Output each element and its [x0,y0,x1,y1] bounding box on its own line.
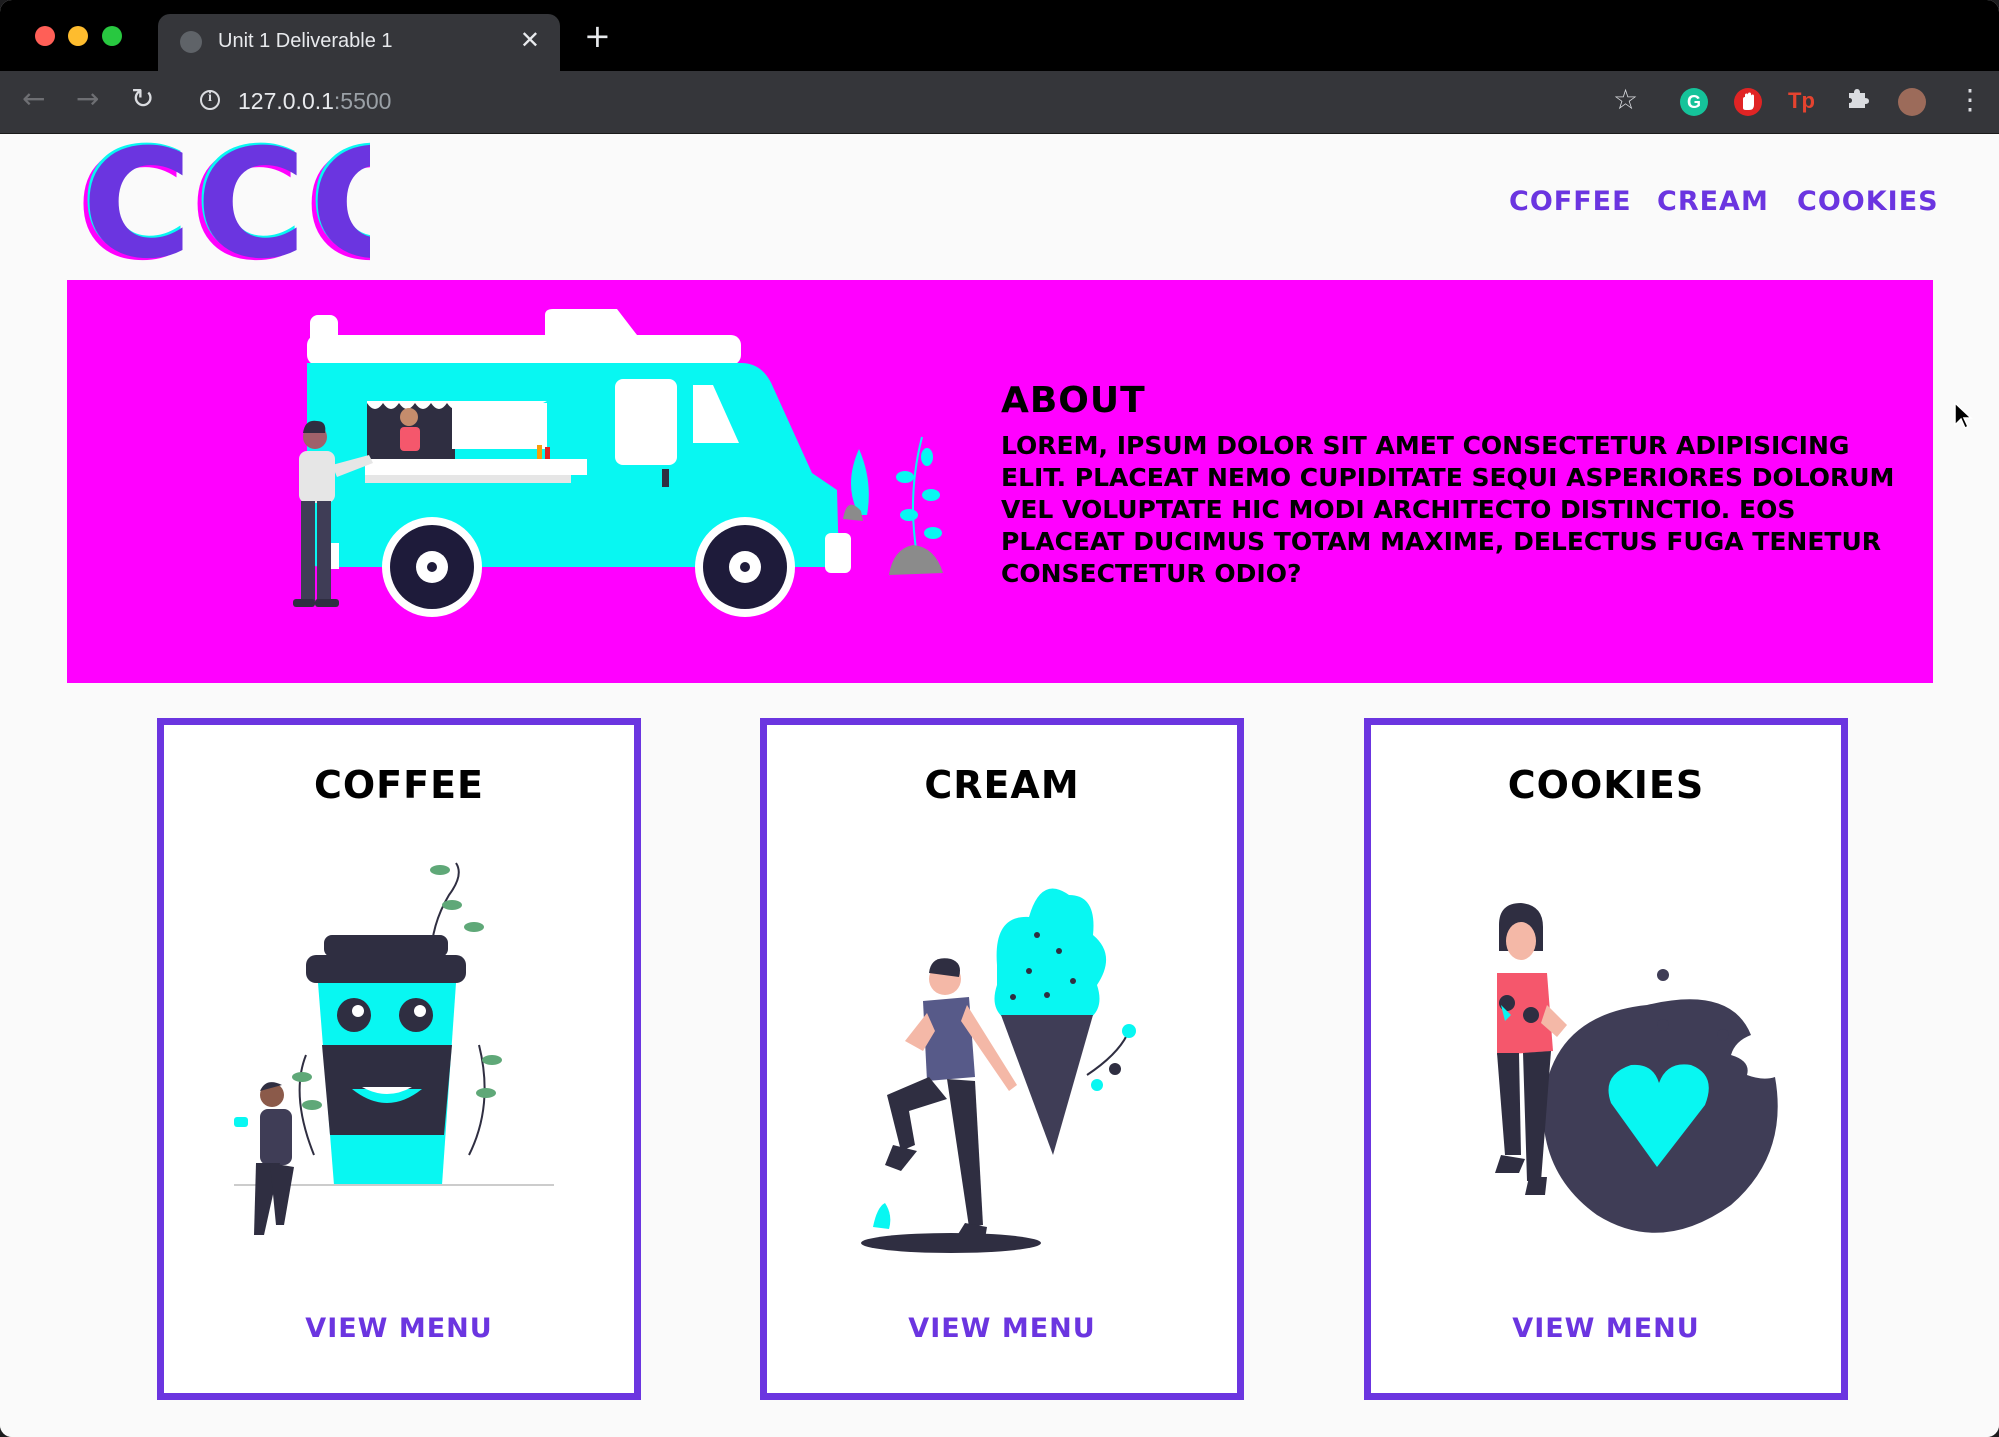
browser-toolbar: ← → ↻ 127.0.0.1:5500 ☆ G Tp ⋮ [0,71,1999,134]
profile-avatar[interactable] [1898,88,1926,116]
cookie-illustration [1495,903,1778,1233]
tab-close-icon[interactable]: ✕ [520,26,540,54]
cream-card: CREAM VIEW MENU [760,718,1244,1400]
reload-icon[interactable]: ↻ [131,85,154,113]
extensions-puzzle-icon[interactable] [1845,85,1871,113]
coffee-cup-illustration [234,862,554,1235]
nav-link-coffee[interactable]: COFFEE [1509,186,1632,217]
about-hero: ABOUT Lorem, ipsum dolor sit amet consec… [67,280,1933,683]
nav-link-cookies[interactable]: COOKIES [1797,186,1939,217]
ice-cream-illustration [861,888,1136,1253]
card-title-cream: CREAM [924,763,1080,807]
new-tab-button[interactable]: + [584,20,611,52]
globe-icon [180,31,202,53]
tab-title: Unit 1 Deliverable 1 [218,30,393,52]
food-truck-illustration [293,309,943,617]
forward-arrow-icon[interactable]: → [76,85,99,113]
view-menu-link-cookies[interactable]: VIEW MENU [1371,1313,1841,1344]
card-title-cookies: COOKIES [1507,763,1705,807]
close-window-button[interactable] [35,26,55,46]
tab-bar: Unit 1 Deliverable 1 ✕ + [0,0,1999,71]
ccc-logo[interactable]: CCC CCC CCC [70,138,370,266]
address-bar[interactable]: 127.0.0.1:5500 [238,88,391,115]
cookies-card: COOKIES VIEW MENU [1364,718,1848,1400]
coffee-card: COFFEE VIEW MENU [157,718,641,1400]
bookmark-star-icon[interactable]: ☆ [1613,83,1638,116]
maximize-window-button[interactable] [102,26,122,46]
browser-window: Unit 1 Deliverable 1 ✕ + ← → ↻ 127.0.0.1… [0,0,1999,1437]
about-title: ABOUT [1001,380,1146,421]
grammarly-extension-icon[interactable]: G [1680,88,1708,116]
url-port: :5500 [333,88,392,114]
back-arrow-icon[interactable]: ← [22,85,45,113]
logo-text: CCC [82,138,370,266]
tp-extension-icon[interactable]: Tp [1788,88,1822,116]
view-menu-link-cream[interactable]: VIEW MENU [767,1313,1237,1344]
url-host: 127.0.0.1 [238,88,334,114]
mouse-cursor-icon [1954,401,1973,430]
site-info-icon[interactable] [200,90,220,110]
view-menu-link-coffee[interactable]: VIEW MENU [164,1313,634,1344]
browser-tab[interactable]: Unit 1 Deliverable 1 ✕ [158,14,560,71]
about-body: Lorem, ipsum dolor sit amet consectetur … [1001,431,1895,588]
card-title-coffee: COFFEE [313,763,485,807]
nav-link-cream[interactable]: CREAM [1657,186,1769,217]
web-page: CCC CCC CCC COFFEE CREAM COOKIES ABOUT L… [0,134,1999,1437]
minimize-window-button[interactable] [68,26,88,46]
browser-menu-icon[interactable]: ⋮ [1956,83,1984,116]
stop-hand-extension-icon[interactable] [1734,88,1762,116]
